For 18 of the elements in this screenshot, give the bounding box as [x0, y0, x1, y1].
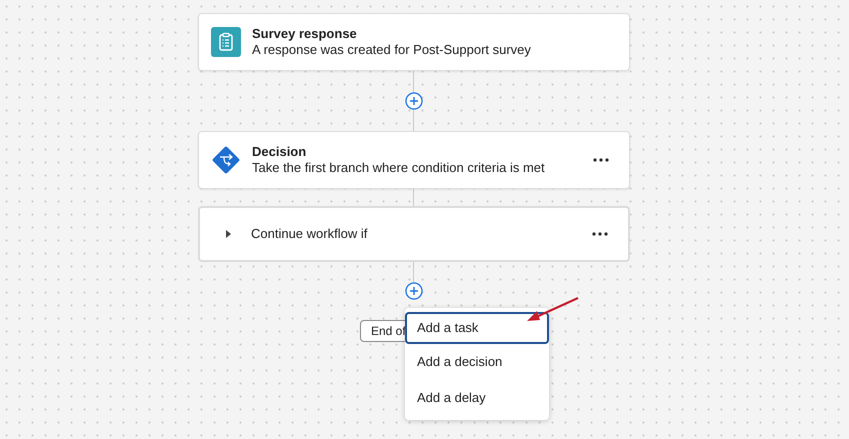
annotation-arrow	[527, 297, 578, 321]
step-card[interactable]: Survey response A response was created for Post-Support survey	[198, 13, 630, 71]
more-icon[interactable]	[592, 232, 608, 236]
step-description: A response was created for Post-Support survey	[252, 42, 531, 58]
add-step-icon[interactable]	[405, 282, 423, 300]
step-title: Decision	[252, 144, 308, 160]
more-icon[interactable]	[593, 158, 609, 162]
menu-item[interactable]: Add a delay	[405, 380, 549, 416]
clipboard-icon	[211, 27, 241, 57]
menu-item[interactable]: Add a decision	[405, 344, 549, 380]
branch-card[interactable]: Continue workflow if	[198, 206, 630, 262]
branch-title: Continue workflow if	[251, 225, 368, 244]
menu-item[interactable]: Add a task	[405, 312, 549, 344]
add-step-icon[interactable]	[405, 92, 423, 110]
step-description: Take the first branch where condition criteria is met	[252, 160, 545, 176]
step-card[interactable]: Decision Take the first branch where condition criteria is met	[198, 131, 630, 189]
caret-icon[interactable]	[225, 230, 231, 238]
step-title: Survey response	[252, 26, 358, 42]
